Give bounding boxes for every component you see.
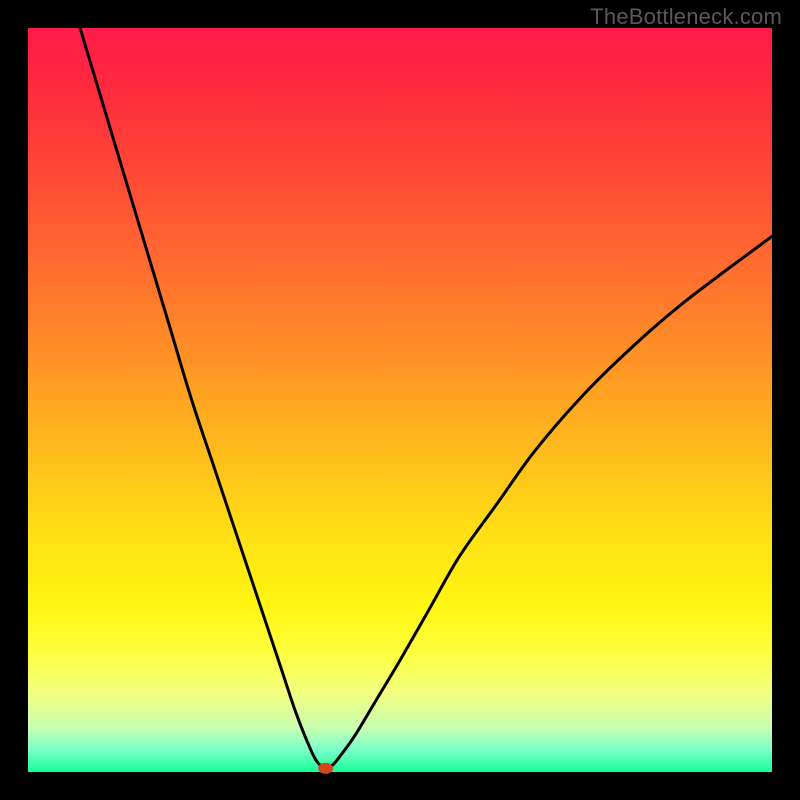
chart-container: TheBottleneck.com (0, 0, 800, 800)
plot-area (28, 28, 772, 772)
curve-minimum-marker (319, 763, 333, 773)
bottleneck-curve-svg (28, 28, 772, 772)
watermark-text: TheBottleneck.com (590, 4, 782, 30)
bottleneck-curve-line (80, 28, 772, 768)
